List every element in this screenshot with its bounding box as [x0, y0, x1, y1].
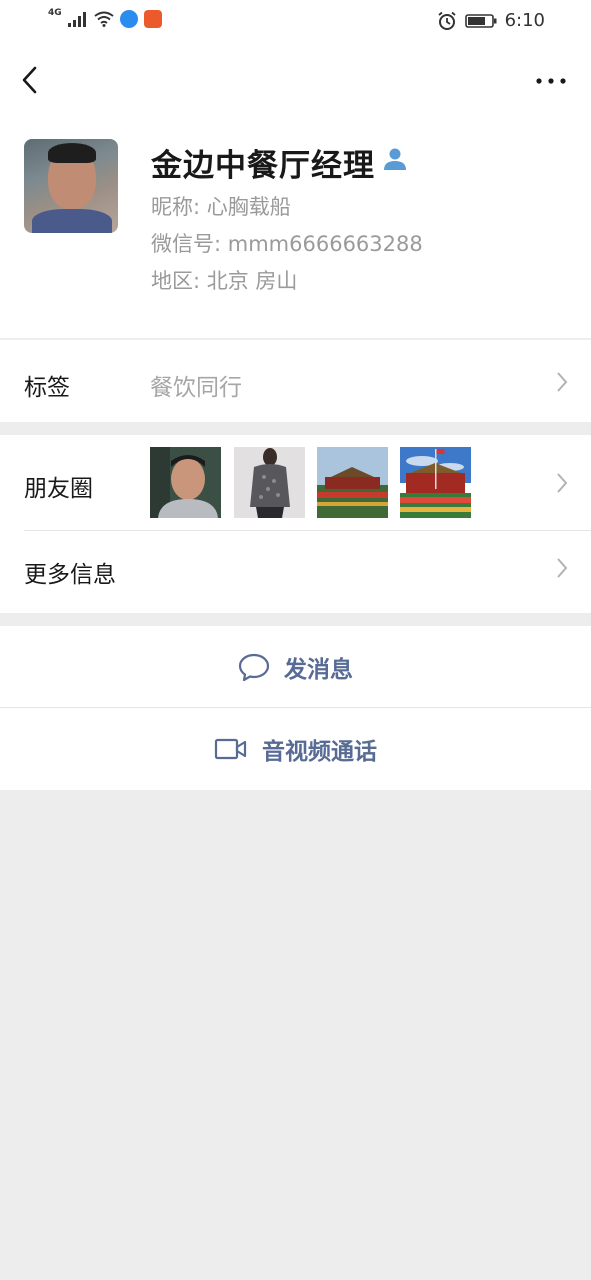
- moments-photo: [234, 447, 305, 518]
- chevron-right-icon: [557, 473, 568, 493]
- more-info-label: 更多信息: [24, 562, 116, 588]
- tags-value: 餐饮同行: [150, 375, 242, 401]
- nickname: 昵称: 心胸载船: [151, 195, 291, 219]
- video-camera-icon: [214, 738, 247, 760]
- send-message-button[interactable]: 发消息: [0, 626, 591, 708]
- tags-label: 标签: [24, 375, 70, 401]
- wechat-id: 微信号: mmm6666663288: [151, 232, 423, 256]
- moments-section: 朋友圈 更多信息: [0, 435, 591, 613]
- contact-person-icon: [384, 148, 406, 170]
- battery-icon: [464, 13, 497, 28]
- chevron-right-icon: [557, 372, 568, 392]
- moments-photo: [317, 447, 388, 518]
- wifi-icon: [94, 11, 114, 27]
- moments-row[interactable]: 朋友圈: [0, 435, 591, 530]
- status-bar: 4G 6:10: [0, 0, 591, 44]
- notification-app-icon: [143, 10, 162, 28]
- send-message-label: 发消息: [284, 657, 353, 683]
- clock: 6:10: [504, 10, 545, 31]
- moments-label: 朋友圈: [24, 476, 93, 502]
- moments-photo: [400, 447, 471, 518]
- display-name: 金边中餐厅经理: [151, 148, 375, 184]
- network-type: 4G: [48, 8, 62, 18]
- more-options-icon[interactable]: [531, 66, 571, 96]
- nav-bar: [0, 44, 591, 118]
- profile-header: 金边中餐厅经理 昵称: 心胸载船 微信号: mmm6666663288 地区: …: [0, 118, 591, 338]
- signal-icon: [67, 12, 86, 27]
- more-info-row[interactable]: 更多信息: [0, 531, 591, 613]
- chat-bubble-icon: [238, 653, 270, 682]
- browser-app-icon: [119, 10, 138, 28]
- status-left: 4G: [48, 8, 162, 28]
- moments-photo: [150, 447, 221, 518]
- back-icon[interactable]: [14, 60, 50, 100]
- alarm-icon: [438, 11, 456, 30]
- video-call-label: 音视频通话: [262, 739, 377, 765]
- video-call-button[interactable]: 音视频通话: [0, 708, 591, 790]
- tags-row[interactable]: 标签 餐饮同行: [0, 339, 591, 422]
- chevron-right-icon: [557, 558, 568, 578]
- avatar[interactable]: [24, 139, 118, 233]
- status-right: 6:10: [437, 10, 545, 31]
- region: 地区: 北京 房山: [151, 269, 298, 293]
